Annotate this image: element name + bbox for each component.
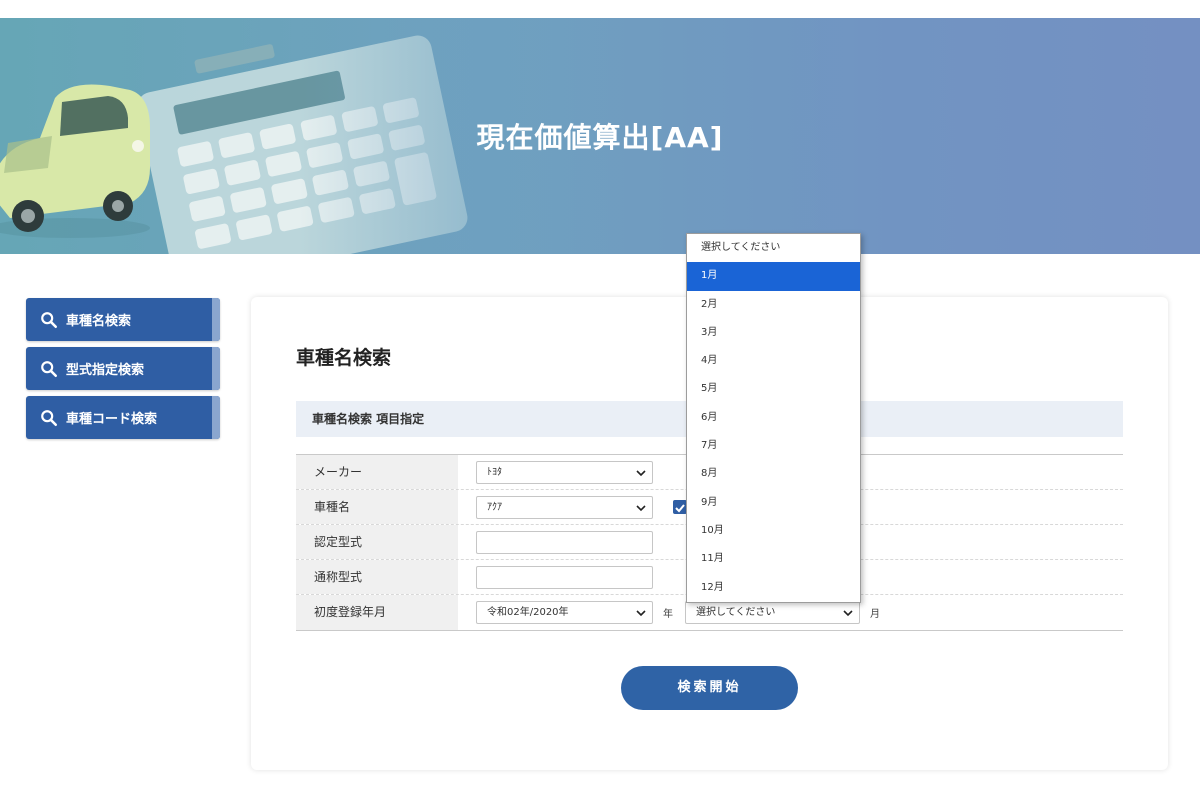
registration-year-select[interactable]: 令和02年/2020年 (476, 601, 653, 624)
month-dropdown-list: 選択してください 1月 2月 3月 4月 5月 6月 7月 8月 9月 10月 11月 12月 (686, 233, 861, 603)
common-type-label: 通称型式 (296, 560, 458, 594)
registration-year-value: 令和02年/2020年 (487, 607, 569, 618)
model-label: 車種名 (296, 490, 458, 524)
search-icon (41, 360, 58, 377)
side-menu-label: 型式指定検索 (66, 363, 145, 378)
side-menu-label: 車種コード検索 (66, 412, 158, 427)
side-menu-vehicle-name-search[interactable]: 車種名検索 (26, 298, 220, 341)
side-menu-label: 車種名検索 (66, 314, 132, 329)
month-option[interactable]: 9月 (687, 489, 860, 517)
model-checkbox[interactable] (673, 500, 687, 514)
month-option[interactable]: 1月 (687, 262, 860, 291)
model-select-value: ｱｸｱ (487, 501, 502, 513)
month-option[interactable]: 12月 (687, 574, 860, 602)
search-start-button[interactable]: 検索開始 (621, 666, 798, 710)
page-title: 現在価値算出[AA] (476, 121, 724, 154)
month-option[interactable]: 3月 (687, 319, 860, 347)
month-option[interactable]: 8月 (687, 460, 860, 488)
side-menu-vehicle-code-search[interactable]: 車種コード検索 (26, 396, 220, 439)
cert-type-input[interactable] (476, 530, 653, 554)
model-select[interactable]: ｱｸｱ (476, 495, 653, 519)
maker-select[interactable]: ﾄﾖﾀ (476, 460, 653, 484)
chevron-down-icon (636, 504, 646, 511)
side-menu-model-type-search[interactable]: 型式指定検索 (26, 347, 220, 390)
month-option[interactable]: 4月 (687, 347, 860, 375)
chevron-down-icon (636, 610, 646, 617)
chevron-down-icon (843, 610, 853, 617)
maker-select-value: ﾄﾖﾀ (487, 466, 502, 478)
month-option[interactable]: 11月 (687, 545, 860, 573)
side-menu: 車種名検索 型式指定検索 車種コード検索 (26, 298, 220, 445)
month-option[interactable]: 6月 (687, 404, 860, 432)
registration-month-select[interactable]: 選択してください (685, 601, 860, 624)
year-unit: 年 (663, 609, 673, 620)
month-unit: 月 (870, 609, 880, 620)
month-option[interactable]: 選択してください (687, 234, 860, 262)
chevron-down-icon (636, 469, 646, 476)
month-option[interactable]: 2月 (687, 291, 860, 319)
maker-label: メーカー (296, 455, 458, 489)
cert-type-label: 認定型式 (296, 525, 458, 559)
common-type-input[interactable] (476, 565, 653, 589)
search-icon (41, 311, 58, 328)
hero-banner: 現在価値算出[AA] (0, 18, 1200, 254)
section-title: 車種名検索 (296, 347, 392, 369)
month-option[interactable]: 5月 (687, 375, 860, 403)
checkmark-icon (675, 504, 685, 513)
month-option[interactable]: 10月 (687, 517, 860, 545)
registration-month-value: 選択してください (696, 607, 776, 618)
month-option[interactable]: 7月 (687, 432, 860, 460)
first-registration-label: 初度登録年月 (296, 595, 458, 630)
search-icon (41, 409, 58, 426)
